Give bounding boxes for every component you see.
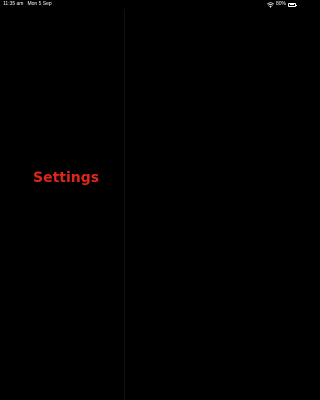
status-bar: 11:35 am Mon 5 Sep 80% <box>0 0 300 9</box>
sidebar-pane <box>0 9 124 400</box>
wifi-icon <box>267 1 274 8</box>
status-left: 11:35 am Mon 5 Sep <box>3 0 52 9</box>
detail-pane <box>125 9 300 400</box>
battery-fill <box>289 4 295 5</box>
status-time: 11:35 am <box>3 1 24 7</box>
battery-tip <box>295 4 297 6</box>
status-right: 80% <box>267 0 297 9</box>
page-title: Settings <box>33 170 100 186</box>
battery-icon <box>288 2 297 7</box>
status-date: Mon 5 Sep <box>27 1 52 7</box>
battery-percent: 80% <box>275 1 286 7</box>
